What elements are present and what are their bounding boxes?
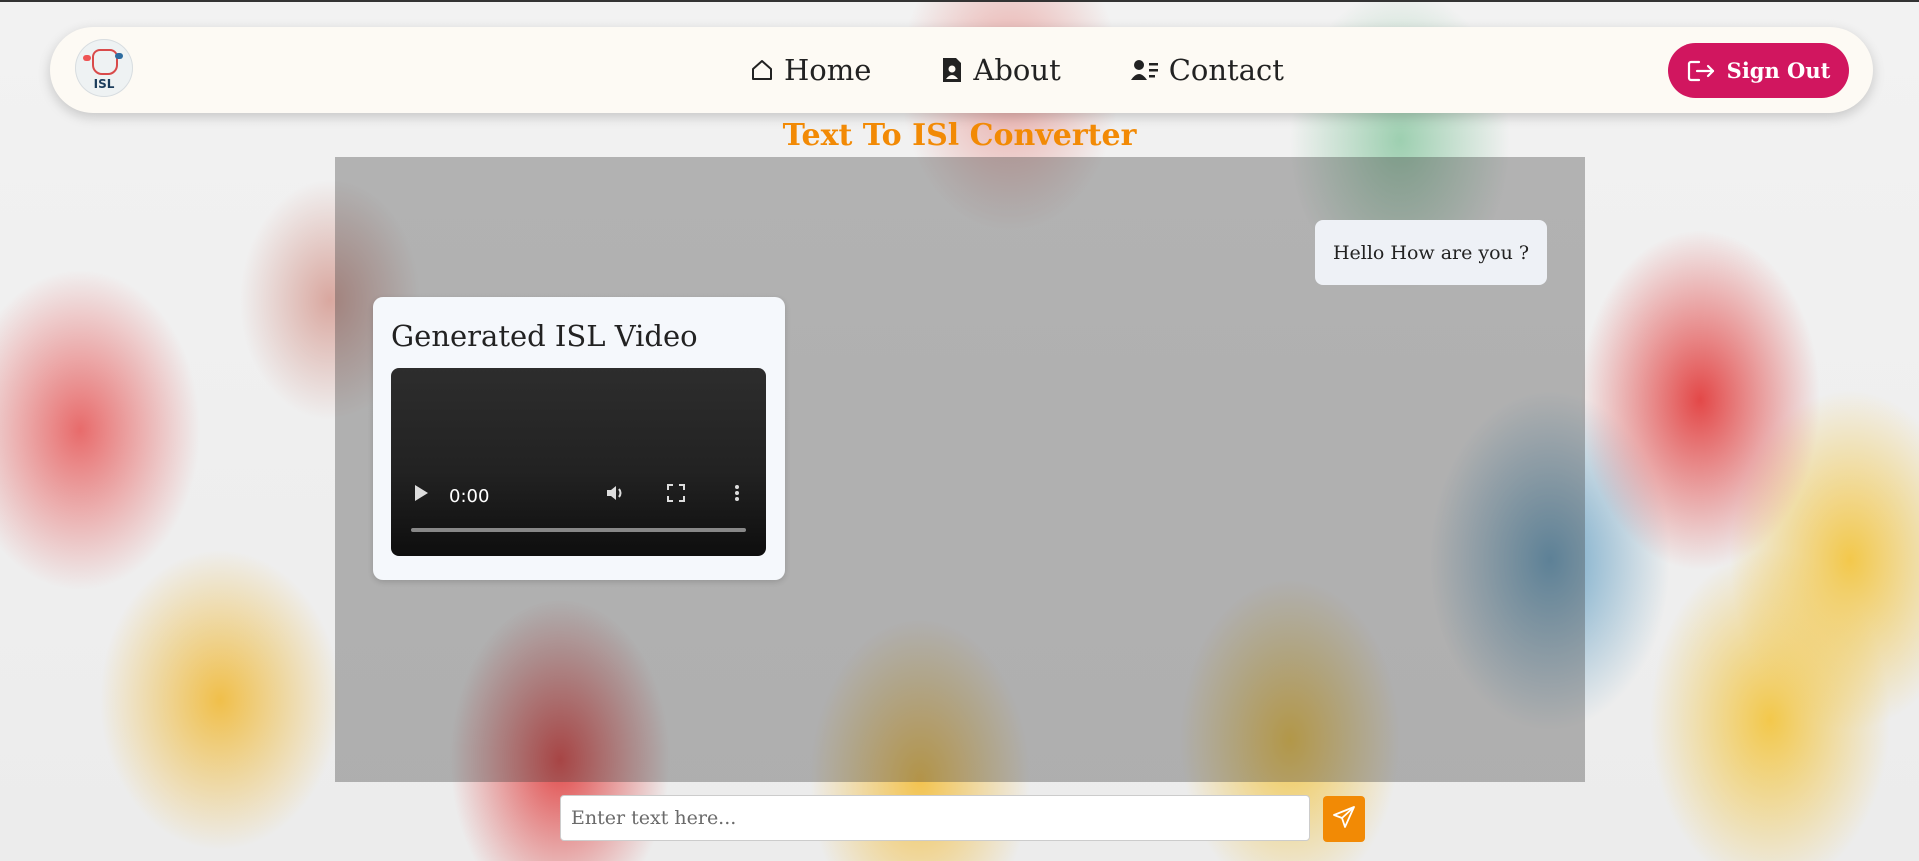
sign-out-button[interactable]: Sign Out bbox=[1668, 43, 1849, 98]
play-icon[interactable] bbox=[413, 484, 429, 506]
video-card-title: Generated ISL Video bbox=[391, 319, 698, 353]
navbar: ISL Home About Contact Sign Out bbox=[50, 27, 1873, 113]
nav-item-label: About bbox=[973, 53, 1061, 87]
nav-item-about[interactable]: About bbox=[941, 53, 1061, 87]
page-title: Text To ISl Converter bbox=[782, 118, 1137, 153]
nav-item-home[interactable]: Home bbox=[750, 53, 871, 87]
nav-item-label: Contact bbox=[1168, 53, 1284, 87]
contact-icon bbox=[1130, 58, 1159, 82]
logo-label: ISL bbox=[93, 77, 115, 91]
send-icon bbox=[1333, 806, 1355, 832]
home-icon bbox=[750, 58, 774, 82]
nav-item-contact[interactable]: Contact bbox=[1130, 53, 1284, 87]
send-button[interactable] bbox=[1323, 796, 1365, 842]
fullscreen-icon[interactable] bbox=[667, 484, 685, 506]
hand-icon bbox=[92, 49, 118, 75]
video-card: Generated ISL Video 0:00 bbox=[373, 297, 785, 580]
isl-video-player[interactable]: 0:00 bbox=[391, 368, 766, 556]
volume-icon[interactable] bbox=[606, 484, 626, 506]
nav-item-label: Home bbox=[784, 53, 872, 87]
text-input[interactable] bbox=[560, 795, 1310, 841]
main-nav: Home About Contact bbox=[750, 27, 1354, 113]
chat-message-bubble: Hello How are you ? bbox=[1315, 220, 1547, 285]
sign-out-label: Sign Out bbox=[1726, 58, 1831, 83]
top-border bbox=[0, 0, 1919, 2]
more-options-icon[interactable] bbox=[734, 484, 740, 506]
speech-bubble-icon bbox=[115, 53, 123, 59]
about-icon bbox=[941, 57, 963, 83]
sign-out-icon bbox=[1687, 59, 1715, 83]
speech-bubble-icon bbox=[83, 55, 91, 61]
isl-logo[interactable]: ISL bbox=[75, 39, 133, 97]
video-time: 0:00 bbox=[449, 486, 490, 507]
video-progress-bar[interactable] bbox=[411, 528, 746, 532]
